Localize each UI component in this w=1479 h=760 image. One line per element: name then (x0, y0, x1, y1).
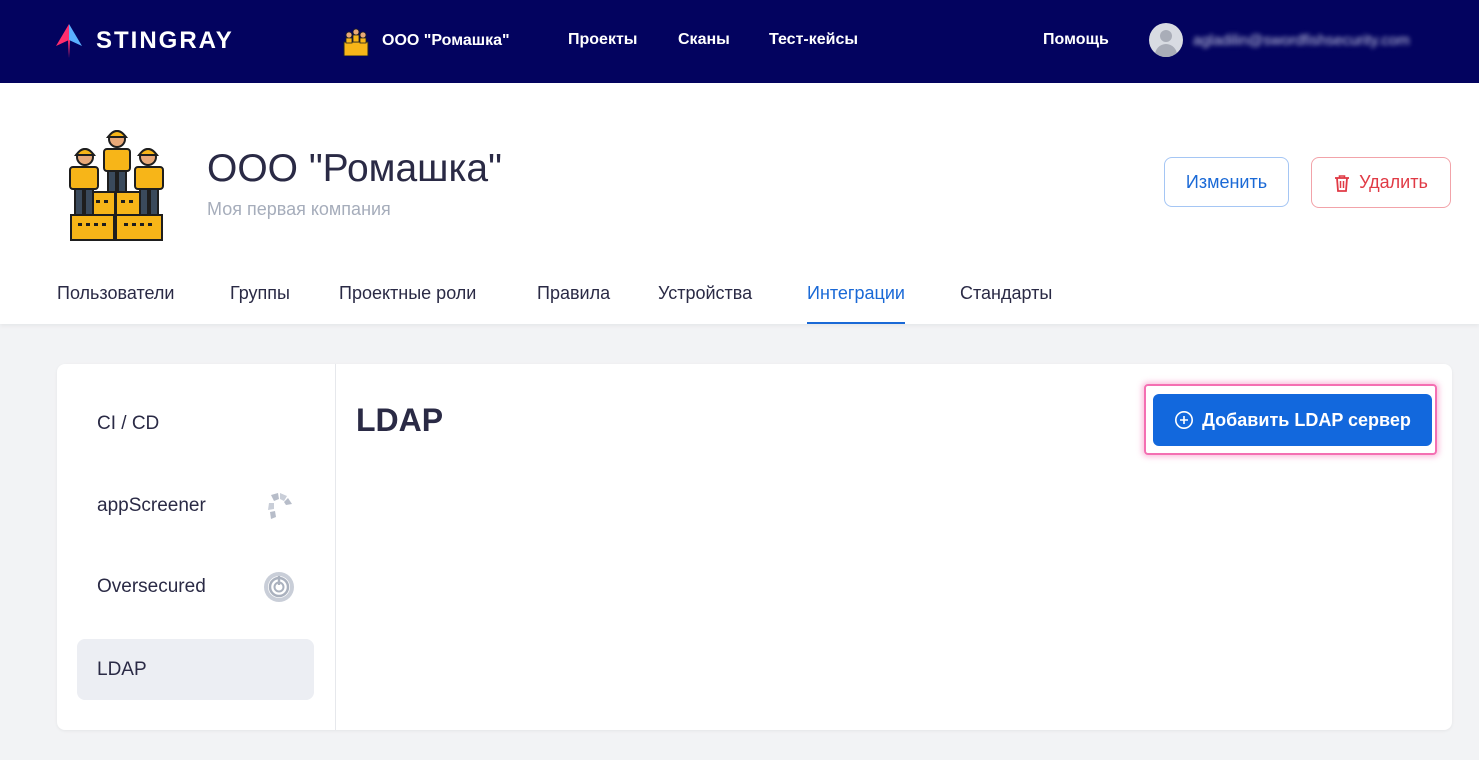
tab-project-roles[interactable]: Проектные роли (339, 283, 476, 324)
stingray-logo-icon (56, 24, 82, 58)
sidebar-item-label: appScreener (97, 494, 206, 516)
integrations-card: CI / CD appScreener Oversecured LDAP LDA… (57, 364, 1452, 730)
org-header: ООО "Ромашка" Моя первая компания Измени… (0, 83, 1479, 324)
sidebar-item-appscreener[interactable]: appScreener (77, 475, 314, 536)
sidebar-item-label: CI / CD (97, 412, 160, 434)
page-title: ООО "Ромашка" (207, 147, 502, 190)
org-switcher-label: ООО "Ромашка" (382, 32, 510, 49)
tab-groups[interactable]: Группы (230, 283, 290, 324)
section-title: LDAP (356, 402, 444, 438)
org-description: Моя первая компания (207, 199, 391, 219)
user-email: agladilin@swordfishsecurity.com (1193, 31, 1410, 49)
integrations-sidebar: CI / CD appScreener Oversecured LDAP (57, 364, 336, 730)
avatar (1149, 23, 1183, 57)
tab-rules[interactable]: Правила (537, 283, 610, 324)
org-switcher[interactable]: ООО "Ромашка" (342, 26, 510, 56)
sidebar-item-oversecured[interactable]: Oversecured (77, 556, 314, 617)
add-ldap-server-label: Добавить LDAP сервер (1202, 409, 1411, 430)
delete-button[interactable]: Удалить (1311, 157, 1451, 208)
trash-icon (1335, 174, 1350, 192)
tab-users[interactable]: Пользователи (57, 283, 174, 324)
org-logo-icon (69, 130, 164, 241)
sidebar-item-label: LDAP (97, 658, 147, 680)
brand[interactable]: STINGRAY (56, 24, 234, 58)
org-mini-logo-icon (343, 28, 369, 56)
tab-devices[interactable]: Устройства (658, 283, 752, 324)
plus-circle-icon (1175, 411, 1194, 429)
edit-button[interactable]: Изменить (1164, 157, 1289, 207)
add-ldap-server-button[interactable]: Добавить LDAP сервер (1153, 394, 1432, 446)
tab-integrations[interactable]: Интеграции (807, 283, 905, 324)
oversecured-icon (264, 572, 294, 602)
sidebar-item-label: Oversecured (97, 575, 206, 597)
sidebar-item-cicd[interactable]: CI / CD (77, 393, 314, 454)
help-link[interactable]: Помощь (1043, 31, 1109, 49)
tab-standards[interactable]: Стандарты (960, 283, 1052, 324)
top-navbar: STINGRAY ООО "Ромашка" Проекты Сканы Тес… (0, 0, 1479, 83)
edit-button-label: Изменить (1185, 171, 1268, 192)
brand-name: STINGRAY (96, 27, 234, 54)
user-menu[interactable]: agladilin@swordfishsecurity.com (1149, 23, 1410, 57)
nav-projects[interactable]: Проекты (568, 31, 637, 49)
nav-scans[interactable]: Сканы (678, 31, 730, 49)
delete-button-label: Удалить (1359, 172, 1428, 192)
sidebar-item-ldap[interactable]: LDAP (77, 639, 314, 700)
appscreener-icon (268, 493, 292, 519)
nav-test-cases[interactable]: Тест-кейсы (769, 31, 858, 49)
